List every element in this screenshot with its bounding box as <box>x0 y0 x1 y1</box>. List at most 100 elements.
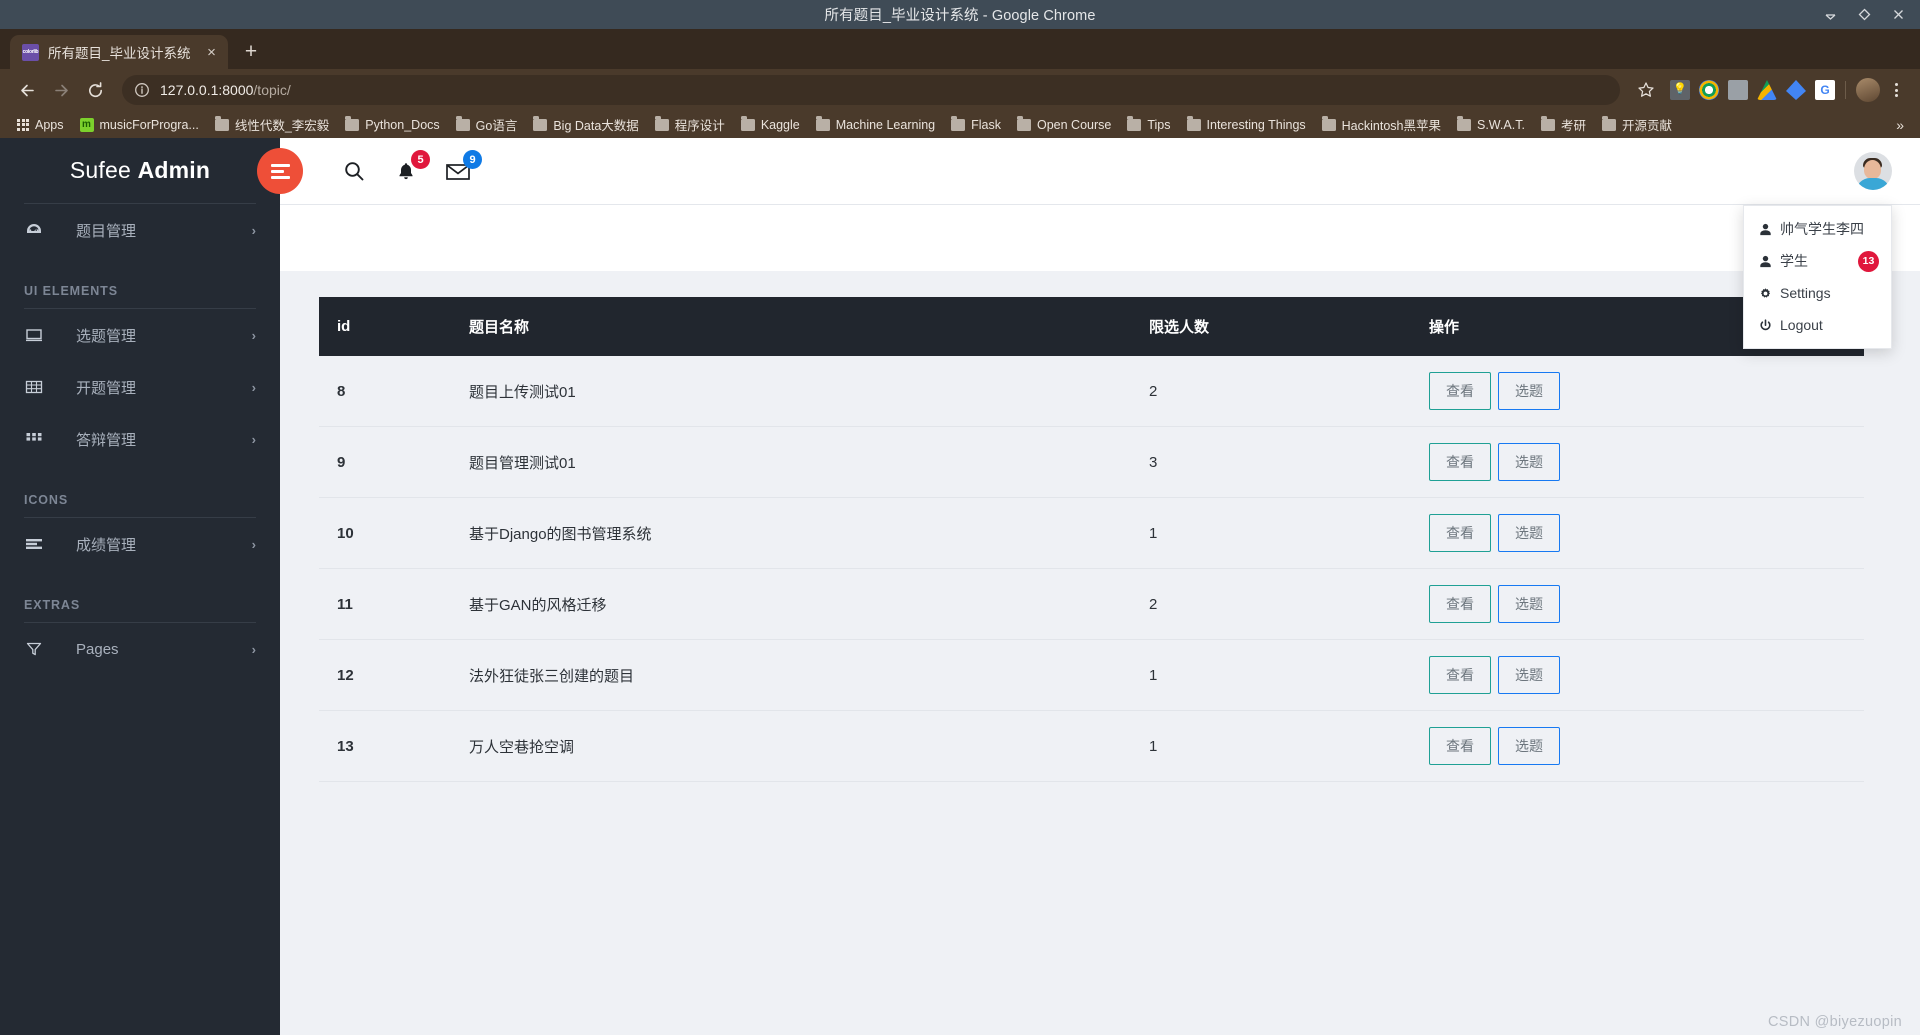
minimize-icon[interactable] <box>1823 7 1838 22</box>
dropdown-item-学生[interactable]: 学生13 <box>1744 245 1891 277</box>
bookmark-label: Machine Learning <box>836 118 935 132</box>
pick-topic-button[interactable]: 选题 <box>1498 443 1560 481</box>
bookmark-item[interactable]: Machine Learning <box>809 115 942 135</box>
forward-button[interactable] <box>46 75 76 105</box>
bookmark-item[interactable]: 考研 <box>1534 112 1593 137</box>
copy-extension-icon[interactable] <box>1728 80 1748 100</box>
bookmark-label: Big Data大数据 <box>553 115 638 134</box>
bookmark-item[interactable]: Tips <box>1120 115 1177 135</box>
back-button[interactable] <box>12 75 42 105</box>
view-button[interactable]: 查看 <box>1429 514 1491 552</box>
google-drive-icon[interactable] <box>1757 80 1777 100</box>
user-icon <box>1758 255 1772 268</box>
table-header-row: id 题目名称 限选人数 操作 <box>319 297 1864 356</box>
reload-button[interactable] <box>80 75 110 105</box>
bookmark-item[interactable]: 线性代数_李宏毅 <box>208 112 336 137</box>
browser-tab[interactable]: colorlib 所有题目_毕业设计系统 × <box>10 35 228 69</box>
bookmark-item[interactable]: 程序设计 <box>648 112 732 137</box>
bookmark-label: Open Course <box>1037 118 1111 132</box>
sidebar-item-Pages[interactable]: Pages› <box>0 623 280 675</box>
folder-icon <box>1602 119 1616 131</box>
diamond-extension-icon[interactable] <box>1786 80 1806 100</box>
view-button[interactable]: 查看 <box>1429 727 1491 765</box>
table-body: 8题目上传测试012查看选题9题目管理测试013查看选题10基于Django的图… <box>319 356 1864 782</box>
sidebar-item-答辩管理[interactable]: 答辩管理› <box>0 413 280 465</box>
chrome-menu-icon[interactable] <box>1884 78 1908 102</box>
bookmark-item[interactable]: Kaggle <box>734 115 807 135</box>
bookmark-star-icon[interactable] <box>1632 76 1660 104</box>
tab-close-icon[interactable]: × <box>203 44 220 61</box>
chevron-right-icon: › <box>252 642 256 657</box>
view-button[interactable]: 查看 <box>1429 443 1491 481</box>
brand-logo[interactable]: Sufee Admin <box>0 138 280 203</box>
dropdown-item-Settings[interactable]: Settings <box>1744 277 1891 309</box>
folder-icon <box>1127 119 1141 131</box>
sidebar-item-成绩管理[interactable]: 成绩管理› <box>0 518 280 570</box>
bookmark-item[interactable]: Flask <box>944 115 1008 135</box>
pick-topic-button[interactable]: 选题 <box>1498 372 1560 410</box>
sidebar-item-label: 开题管理 <box>76 377 252 398</box>
google-translate-icon[interactable]: G <box>1815 80 1835 100</box>
pick-topic-button[interactable]: 选题 <box>1498 727 1560 765</box>
bookmark-item[interactable]: Open Course <box>1010 115 1118 135</box>
close-icon[interactable] <box>1891 7 1906 22</box>
bookmark-item[interactable]: Python_Docs <box>338 115 446 135</box>
dropdown-item-Logout[interactable]: Logout <box>1744 309 1891 341</box>
brand-bold-text: Admin <box>138 157 211 183</box>
view-button[interactable]: 查看 <box>1429 372 1491 410</box>
messages-envelope-icon[interactable]: 9 <box>445 158 471 184</box>
sidebar-item-开题管理[interactable]: 开题管理› <box>0 361 280 413</box>
view-button[interactable]: 查看 <box>1429 585 1491 623</box>
folder-icon <box>741 119 755 131</box>
content-area: 5 9 帅气学生李四学生13SettingsLogout <box>280 138 1920 1035</box>
tab-favicon-icon: colorlib <box>22 44 39 61</box>
cell-name: 题目管理测试01 <box>451 427 1131 498</box>
bookmark-item[interactable]: Hackintosh黑苹果 <box>1315 112 1448 137</box>
bookmark-item[interactable]: Go语言 <box>449 112 525 137</box>
column-header-limit[interactable]: 限选人数 <box>1131 297 1411 356</box>
lightbulb-extension-icon[interactable] <box>1670 80 1690 100</box>
avatar[interactable] <box>1854 152 1892 190</box>
topbar-user-area[interactable] <box>1854 152 1892 190</box>
cell-id: 13 <box>319 711 451 782</box>
bookmark-label: 线性代数_李宏毅 <box>235 115 329 134</box>
address-bar-text: 127.0.0.1:8000/topic/ <box>160 82 291 98</box>
table-icon <box>24 377 76 397</box>
chrome-profile-avatar[interactable] <box>1856 78 1880 102</box>
sidebar-item-题目管理[interactable]: 题目管理› <box>0 204 280 256</box>
google-earth-icon[interactable] <box>1699 80 1719 100</box>
bookmark-item[interactable]: mmusicForProgra... <box>73 115 206 135</box>
column-header-name[interactable]: 题目名称 <box>451 297 1131 356</box>
pick-topic-button[interactable]: 选题 <box>1498 585 1560 623</box>
folder-icon <box>1187 119 1201 131</box>
bookmark-label: 考研 <box>1561 115 1586 134</box>
dropdown-item-帅气学生李四[interactable]: 帅气学生李四 <box>1744 213 1891 245</box>
sidebar-item-选题管理[interactable]: 选题管理› <box>0 309 280 361</box>
new-tab-button[interactable]: + <box>236 37 266 67</box>
pick-topic-button[interactable]: 选题 <box>1498 656 1560 694</box>
window-controls <box>1823 0 1906 29</box>
view-button[interactable]: 查看 <box>1429 656 1491 694</box>
table-row: 10基于Django的图书管理系统1查看选题 <box>319 498 1864 569</box>
bookmarks-bar: AppsmmusicForProgra... 线性代数_李宏毅 Python_Doc… <box>0 111 1920 138</box>
cell-name: 基于Django的图书管理系统 <box>451 498 1131 569</box>
site-info-icon[interactable] <box>134 82 150 98</box>
maximize-icon[interactable] <box>1857 7 1872 22</box>
bookmark-item[interactable]: Interesting Things <box>1180 115 1313 135</box>
bookmark-item[interactable]: S.W.A.T. <box>1450 115 1532 135</box>
address-bar[interactable]: 127.0.0.1:8000/topic/ <box>122 75 1620 105</box>
folder-icon <box>1457 119 1471 131</box>
bookmark-label: Go语言 <box>476 115 518 134</box>
pick-topic-button[interactable]: 选题 <box>1498 514 1560 552</box>
cell-name: 题目上传测试01 <box>451 356 1131 427</box>
column-header-id[interactable]: id <box>319 297 451 356</box>
search-icon[interactable] <box>341 158 367 184</box>
cell-actions: 查看选题 <box>1411 498 1864 569</box>
sidebar-toggle-button[interactable] <box>257 148 303 194</box>
bookmark-item[interactable]: 开源贡献 <box>1595 112 1679 137</box>
notifications-bell-icon[interactable]: 5 <box>393 158 419 184</box>
bookmarks-overflow-icon[interactable]: » <box>1890 117 1910 133</box>
sidebar-item-label: 题目管理 <box>76 220 252 241</box>
bookmark-item[interactable]: Big Data大数据 <box>526 112 645 137</box>
bookmark-item[interactable]: Apps <box>10 115 71 135</box>
